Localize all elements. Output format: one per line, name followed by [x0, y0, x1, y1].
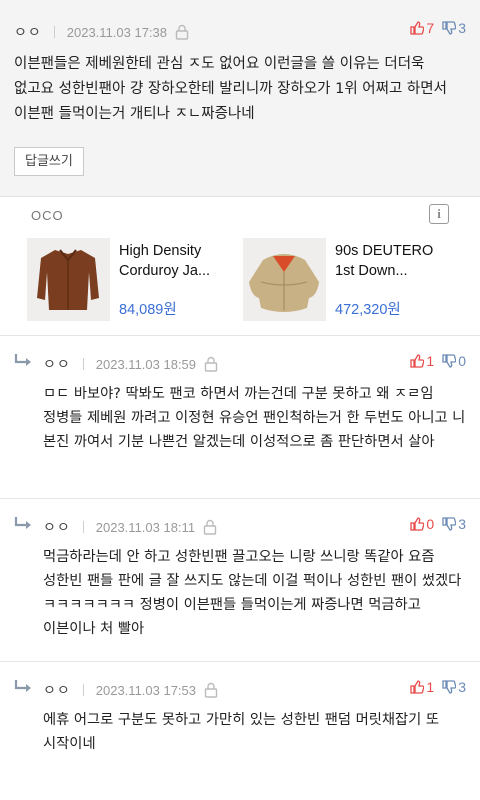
meta-divider — [82, 521, 84, 533]
upvote-button[interactable]: 1 — [410, 353, 434, 369]
upvote-count: 1 — [426, 353, 435, 369]
info-icon[interactable]: i — [429, 204, 449, 224]
reply-nickname[interactable]: ㅇㅇ — [43, 680, 71, 700]
thumbs-up-icon — [410, 21, 425, 35]
reply-arrow-icon — [14, 517, 31, 529]
jacket-thumbnail — [27, 238, 110, 321]
upvote-count: 7 — [426, 20, 435, 36]
lock-icon — [175, 24, 189, 40]
vote-box: 1 3 — [410, 679, 466, 695]
vote-box: 0 3 — [410, 516, 466, 532]
down-jacket-thumbnail — [243, 238, 326, 321]
reply-button[interactable]: 답글쓰기 — [14, 147, 84, 176]
downvote-count: 3 — [458, 20, 466, 36]
reply-date: 2023.11.03 18:59 — [95, 356, 197, 372]
ad-banner: OCO i High Density Corduroy Ja... 84,089… — [27, 200, 453, 334]
thumbs-down-icon — [442, 680, 457, 694]
thumbs-down-icon — [442, 517, 457, 531]
downvote-count: 0 — [458, 353, 466, 369]
thumbs-up-icon — [410, 517, 425, 531]
reply-meta: ㅇㅇ 2023.11.03 18:59 — [43, 354, 218, 374]
upvote-button[interactable]: 1 — [410, 679, 434, 695]
product-name: 90s DEUTERO 1st Down... — [335, 243, 434, 279]
reply-text: ㅁㄷ 바보야? 딱봐도 팬코 하면서 까는건데 구분 못하고 왜 ㅈㄹ임 정병들… — [43, 386, 466, 450]
upvote-count: 1 — [426, 679, 435, 695]
reply-item: ㅇㅇ 2023.11.03 18:11 0 3 먹금하라는데 안 하고 성한빈팬… — [0, 498, 480, 661]
reply-arrow-icon — [14, 354, 31, 366]
lock-icon — [204, 356, 218, 372]
comment-nickname[interactable]: ㅇㅇ — [14, 22, 42, 42]
meta-divider — [82, 358, 84, 370]
thumbs-down-icon — [442, 21, 457, 35]
reply-item: ㅇㅇ 2023.11.03 18:59 1 0 ㅁㄷ 바보야? 딱봐도 팬코 하… — [0, 335, 480, 498]
meta-divider — [82, 684, 84, 696]
reply-text: 에휴 어그로 구분도 못하고 가만히 있는 성한빈 팬덤 머릿채잡기 또 시작이… — [43, 712, 440, 752]
downvote-count: 3 — [458, 516, 466, 532]
reply-item: ㅇㅇ 2023.11.03 17:53 1 3 에휴 어그로 구분도 못하고 가… — [0, 661, 480, 800]
vote-box: 7 3 — [410, 20, 466, 36]
upvote-button[interactable]: 0 — [410, 516, 434, 532]
reply-arrow-icon — [14, 680, 31, 692]
downvote-button[interactable]: 3 — [442, 20, 466, 36]
vote-box: 1 0 — [410, 353, 466, 369]
thumbs-up-icon — [410, 680, 425, 694]
lock-icon — [204, 682, 218, 698]
upvote-count: 0 — [426, 516, 435, 532]
downvote-count: 3 — [458, 679, 466, 695]
downvote-button[interactable]: 0 — [442, 353, 466, 369]
reply-nickname[interactable]: ㅇㅇ — [43, 517, 71, 537]
reply-meta: ㅇㅇ 2023.11.03 17:53 — [43, 680, 218, 700]
ad-brand-label[interactable]: OCO — [31, 208, 64, 223]
thumbs-up-icon — [410, 354, 425, 368]
downvote-button[interactable]: 3 — [442, 516, 466, 532]
reply-meta: ㅇㅇ 2023.11.03 18:11 — [43, 517, 217, 537]
comment-meta: ㅇㅇ 2023.11.03 17:38 — [14, 22, 189, 42]
reply-date: 2023.11.03 17:53 — [95, 682, 197, 698]
reply-nickname[interactable]: ㅇㅇ — [43, 354, 71, 374]
thumbs-down-icon — [442, 354, 457, 368]
lock-icon — [203, 519, 217, 535]
downvote-button[interactable]: 3 — [442, 679, 466, 695]
product-name: High Density Corduroy Ja... — [119, 243, 211, 279]
product-price: 84,089원 — [119, 302, 177, 318]
comment-date: 2023.11.03 17:38 — [66, 24, 168, 40]
reply-text: 먹금하라는데 안 하고 성한빈팬 끌고오는 니랑 쓰니랑 똑같아 요즘 성한빈 … — [43, 549, 462, 637]
main-comment: ㅇㅇ 2023.11.03 17:38 7 3 이븐팬들은 제베원한테 관심 ㅈ… — [0, 0, 480, 197]
ad-product-card[interactable]: 90s DEUTERO 1st Down... 472,320원 — [243, 238, 453, 324]
ad-product-card[interactable]: High Density Corduroy Ja... 84,089원 — [27, 238, 237, 324]
reply-date: 2023.11.03 18:11 — [95, 519, 196, 535]
comment-text: 이븐팬들은 제베원한테 관심 ㅈ도 없어요 이런글을 쓸 이유는 더더욱 없고요… — [14, 56, 447, 122]
meta-divider — [53, 26, 55, 38]
upvote-button[interactable]: 7 — [410, 20, 434, 36]
product-price: 472,320원 — [335, 302, 401, 318]
